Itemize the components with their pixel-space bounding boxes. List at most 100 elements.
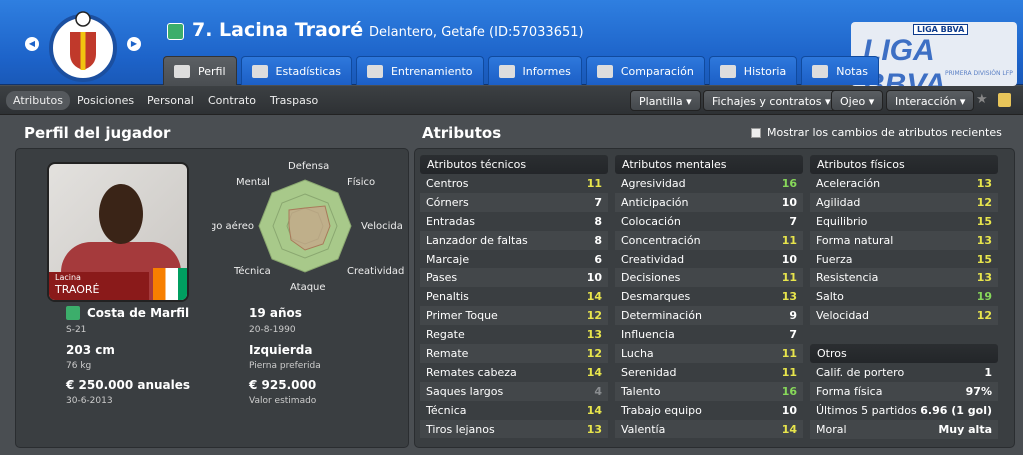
radar-label-aerial: Juego aéreo	[212, 221, 254, 232]
subtab-posiciones[interactable]: Posiciones	[70, 91, 141, 110]
show-changes-checkbox[interactable]	[751, 127, 761, 138]
player-photo: Lacina TRAORÉ	[47, 162, 189, 302]
attribute-row-ultimos-5-partidos[interactable]: Últimos 5 partidos 6.96 (1 gol)	[810, 401, 998, 420]
star-icon[interactable]: ★	[976, 92, 988, 107]
attribute-row-velocidad[interactable]: Velocidad 12	[810, 306, 998, 326]
attribute-row-equilibrio[interactable]: Equilibrio 15	[810, 212, 998, 231]
player-icon	[167, 23, 184, 40]
sub-nav-bar: Atributos Posiciones Personal Contrato T…	[0, 86, 1023, 115]
transfers-dropdown[interactable]: Fichajes y contratos ▾	[703, 90, 840, 111]
attribute-row-regate[interactable]: Regate 13	[420, 325, 608, 344]
tab-comparacion[interactable]: Comparación	[585, 56, 705, 85]
attribute-row-marcaje[interactable]: Marcaje 6	[420, 250, 608, 269]
attribute-name: Equilibrio	[816, 214, 868, 228]
attribute-name: Fuerza	[816, 252, 853, 266]
attribute-row-tiros-lejanos[interactable]: Tiros lejanos 13	[420, 419, 608, 439]
subtab-traspaso[interactable]: Traspaso	[263, 91, 325, 110]
attribute-name: Saques largos	[426, 384, 504, 398]
contract-expiry: 30-6-2013	[66, 396, 113, 406]
attribute-row-fuerza[interactable]: Fuerza 15	[810, 250, 998, 269]
attribute-row-remate[interactable]: Remate 12	[420, 344, 608, 363]
attribute-value: 15	[976, 252, 992, 266]
attribute-name: Determinación	[621, 309, 702, 323]
attribute-row-pases[interactable]: Pases 10	[420, 268, 608, 288]
attribute-name: Anticipación	[621, 195, 689, 209]
attribute-row-talento[interactable]: Talento 16	[615, 381, 803, 401]
attribute-name: Entradas	[426, 214, 475, 228]
attribute-row-agilidad[interactable]: Agilidad 12	[810, 192, 998, 212]
attribute-name: Serenidad	[621, 365, 677, 379]
attribute-name: Lucha	[621, 346, 654, 360]
attribute-name: Resistencia	[816, 271, 879, 285]
attribute-row-moral[interactable]: Moral Muy alta	[810, 419, 998, 439]
league-logo-text: LIGA BBVA	[863, 34, 946, 86]
tab-entrenamiento[interactable]: Entrenamiento	[355, 56, 484, 85]
attribute-row-influencia[interactable]: Influencia 7	[615, 325, 803, 344]
attribute-row-agresividad[interactable]: Agresividad 16	[615, 174, 803, 193]
tab-notas[interactable]: Notas	[801, 56, 879, 85]
attribute-row-colocacion[interactable]: Colocación 7	[615, 212, 803, 231]
attribute-row-decisiones[interactable]: Decisiones 11	[615, 268, 803, 288]
attribute-row-anticipacion[interactable]: Anticipación 10	[615, 192, 803, 212]
attribute-row-remates-cabeza[interactable]: Remates cabeza 14	[420, 363, 608, 382]
attribute-row-creatividad[interactable]: Creatividad 10	[615, 250, 803, 269]
attribute-row-desmarques[interactable]: Desmarques 13	[615, 287, 803, 306]
attribute-name: Remates cabeza	[426, 365, 517, 379]
attribute-row-primer-toque[interactable]: Primer Toque 12	[420, 306, 608, 326]
attribute-row-calif-de-portero[interactable]: Calif. de portero 1	[810, 363, 998, 382]
attribute-row-salto[interactable]: Salto 19	[810, 287, 998, 306]
attribute-value: 10	[781, 195, 797, 209]
back-arrow-icon[interactable]: ◀	[25, 37, 39, 51]
attribute-row-entradas[interactable]: Entradas 8	[420, 212, 608, 231]
radar-label-defense: Defensa	[288, 161, 330, 172]
notepad-icon[interactable]	[998, 93, 1011, 107]
scouting-dropdown[interactable]: Ojeo ▾	[831, 90, 884, 111]
attribute-value: 13	[586, 422, 602, 436]
attribute-row-penaltis[interactable]: Penaltis 14	[420, 287, 608, 306]
technical-attributes-column: Atributos técnicos Centros 11 Córners 7 Entra…	[420, 155, 608, 439]
tab-perfil[interactable]: Perfil	[163, 56, 237, 85]
physical-attributes-column: Atributos físicos Aceleración 13 Agilidad 12…	[810, 155, 998, 326]
mental-attributes-column: Atributos mentales Agresividad 16 Anticipac…	[615, 155, 803, 439]
attribute-row-tecnica[interactable]: Técnica 14	[420, 401, 608, 420]
tab-estadisticas[interactable]: Estadísticas	[240, 56, 352, 85]
interaction-dropdown[interactable]: Interacción ▾	[886, 90, 975, 111]
technical-rows: Centros 11 Córners 7 Entradas 8 Lanzador de fa…	[420, 174, 608, 439]
tab-label: Informes	[522, 64, 571, 78]
subtab-atributos[interactable]: Atributos	[6, 91, 70, 110]
other-attributes-column: Otros Calif. de portero 1 Forma física 97% Úl…	[810, 344, 998, 439]
subtab-contrato[interactable]: Contrato	[201, 91, 263, 110]
tab-informes[interactable]: Informes	[487, 56, 582, 85]
attribute-row-forma-natural[interactable]: Forma natural 13	[810, 230, 998, 250]
attribute-value: 12	[976, 195, 992, 209]
tab-historia[interactable]: Historia	[708, 56, 798, 85]
photo-last-name: TRAORÉ	[55, 283, 100, 296]
radar-label-technique: Técnica	[234, 266, 271, 277]
attribute-value: 12	[976, 309, 992, 323]
attribute-row-corners[interactable]: Córners 7	[420, 192, 608, 212]
attribute-row-resistencia[interactable]: Resistencia 13	[810, 268, 998, 288]
tab-label: Entrenamiento	[390, 64, 473, 78]
attribute-name: Lanzador de faltas	[426, 233, 528, 247]
squad-dropdown[interactable]: Plantilla ▾	[630, 90, 701, 111]
attribute-name: Penaltis	[426, 290, 469, 304]
attribute-row-lucha[interactable]: Lucha 11	[615, 344, 803, 363]
scouting-dropdown-label: Ojeo	[840, 95, 866, 108]
other-header: Otros	[810, 344, 998, 363]
attribute-row-trabajo-equipo[interactable]: Trabajo equipo 10	[615, 401, 803, 420]
attribute-row-saques-largos[interactable]: Saques largos 4	[420, 381, 608, 401]
attribute-row-concentracion[interactable]: Concentración 11	[615, 230, 803, 250]
attribute-row-lanzador-de-faltas[interactable]: Lanzador de faltas 8	[420, 230, 608, 250]
attribute-row-serenidad[interactable]: Serenidad 11	[615, 363, 803, 382]
attribute-row-forma-fisica[interactable]: Forma física 97%	[810, 381, 998, 401]
show-changes-toggle[interactable]: Mostrar los cambios de atributos recient…	[751, 126, 1002, 139]
attribute-row-centros[interactable]: Centros 11	[420, 174, 608, 193]
attribute-value: 13	[781, 290, 797, 304]
attribute-value: 19	[976, 290, 992, 304]
attribute-row-aceleracion[interactable]: Aceleración 13	[810, 174, 998, 193]
attribute-value: 10	[586, 271, 602, 285]
forward-arrow-icon[interactable]: ▶	[127, 37, 141, 51]
subtab-personal[interactable]: Personal	[140, 91, 201, 110]
attribute-row-valentia[interactable]: Valentía 14	[615, 419, 803, 439]
attribute-row-determinacion[interactable]: Determinación 9	[615, 306, 803, 326]
